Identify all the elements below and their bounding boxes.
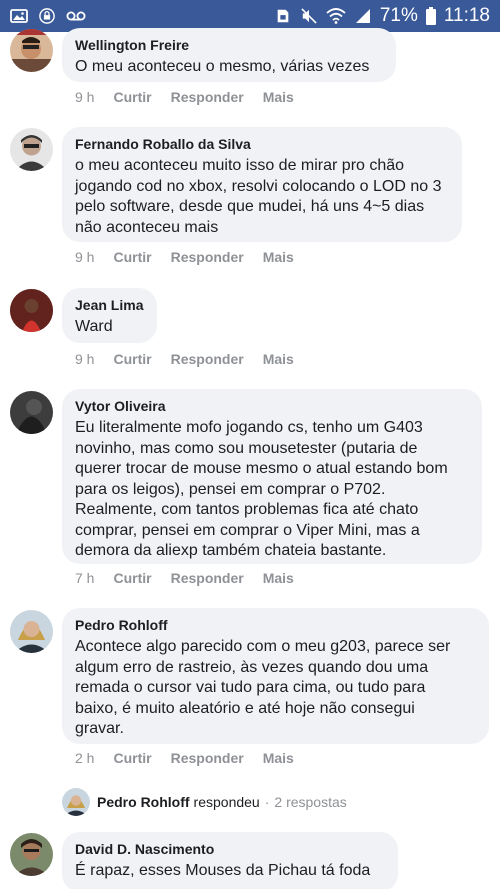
comment-bubble[interactable]: Jean Lima Ward (62, 288, 157, 343)
battery-icon (425, 7, 436, 25)
comment-bubble[interactable]: Fernando Roballo da Silva o meu acontece… (62, 127, 462, 242)
lock-icon (39, 8, 55, 24)
comment-text: o meu aconteceu muito isso de mirar pro … (75, 157, 442, 236)
comment-text: Eu literalmente mofo jogando cs, tenho u… (75, 419, 448, 559)
like-button[interactable]: Curtir (113, 249, 151, 265)
comment-text: É rapaz, esses Mouses da Pichau tá foda (75, 862, 371, 879)
avatar[interactable] (10, 289, 53, 332)
comment-bubble[interactable]: Wellington Freire O meu aconteceu o mesm… (62, 28, 396, 82)
comment-time[interactable]: 2 h (75, 750, 94, 766)
comment-time[interactable]: 9 h (75, 89, 94, 105)
sim-icon (277, 9, 289, 23)
reply-verb: respondeu (193, 794, 260, 810)
more-button[interactable]: Mais (263, 570, 294, 586)
comment-bubble[interactable]: Vytor Oliveira Eu literalmente mofo joga… (62, 389, 482, 564)
signal-icon (355, 9, 370, 23)
like-button[interactable]: Curtir (113, 750, 151, 766)
battery-percent: 71% (379, 5, 418, 26)
like-button[interactable]: Curtir (113, 570, 151, 586)
mute-icon (301, 8, 317, 24)
comment-actions: 9 h Curtir Responder Mais (75, 249, 313, 265)
more-button[interactable]: Mais (263, 89, 294, 105)
more-button[interactable]: Mais (263, 750, 294, 766)
comment-time[interactable]: 7 h (75, 570, 94, 586)
comment-actions: 7 h Curtir Responder Mais (75, 570, 313, 586)
gallery-icon (10, 9, 28, 23)
comment-actions: 2 h Curtir Responder Mais (75, 750, 313, 766)
reply-button[interactable]: Responder (171, 570, 244, 586)
comment-author[interactable]: Jean Lima (75, 296, 144, 314)
comment-text: Ward (75, 318, 113, 335)
comment-author[interactable]: Vytor Oliveira (75, 397, 469, 415)
comment-author[interactable]: Wellington Freire (75, 36, 383, 54)
comment-author[interactable]: Pedro Rohloff (75, 616, 476, 634)
comment-text: Acontece algo parecido com o meu g203, p… (75, 638, 451, 737)
reply-avatar (62, 788, 90, 816)
reply-separator: · (264, 794, 270, 810)
reply-button[interactable]: Responder (171, 249, 244, 265)
view-replies-link[interactable]: Pedro Rohloff respondeu · 2 respostas (62, 787, 347, 817)
voicemail-icon (66, 11, 86, 21)
comment-author[interactable]: David D. Nascimento (75, 840, 385, 858)
comment-actions: 9 h Curtir Responder Mais (75, 351, 313, 367)
avatar[interactable] (10, 833, 53, 876)
comment-actions: 9 h Curtir Responder Mais (75, 89, 313, 105)
more-button[interactable]: Mais (263, 351, 294, 367)
reply-button[interactable]: Responder (171, 750, 244, 766)
avatar[interactable] (10, 29, 53, 72)
comment-bubble[interactable]: David D. Nascimento É rapaz, esses Mouse… (62, 832, 398, 889)
like-button[interactable]: Curtir (113, 89, 151, 105)
reply-button[interactable]: Responder (171, 351, 244, 367)
comment-time[interactable]: 9 h (75, 351, 94, 367)
comment-time[interactable]: 9 h (75, 249, 94, 265)
reply-button[interactable]: Responder (171, 89, 244, 105)
like-button[interactable]: Curtir (113, 351, 151, 367)
comment-author[interactable]: Fernando Roballo da Silva (75, 135, 449, 153)
comment-bubble[interactable]: Pedro Rohloff Acontece algo parecido com… (62, 608, 489, 744)
clock: 11:18 (443, 5, 490, 26)
avatar[interactable] (10, 128, 53, 171)
comment-text: O meu aconteceu o mesmo, várias vezes (75, 58, 370, 75)
avatar[interactable] (10, 610, 53, 653)
reply-count[interactable]: 2 respostas (274, 794, 346, 810)
wifi-icon (326, 8, 346, 24)
avatar[interactable] (10, 391, 53, 434)
more-button[interactable]: Mais (263, 249, 294, 265)
reply-author[interactable]: Pedro Rohloff (97, 794, 190, 810)
